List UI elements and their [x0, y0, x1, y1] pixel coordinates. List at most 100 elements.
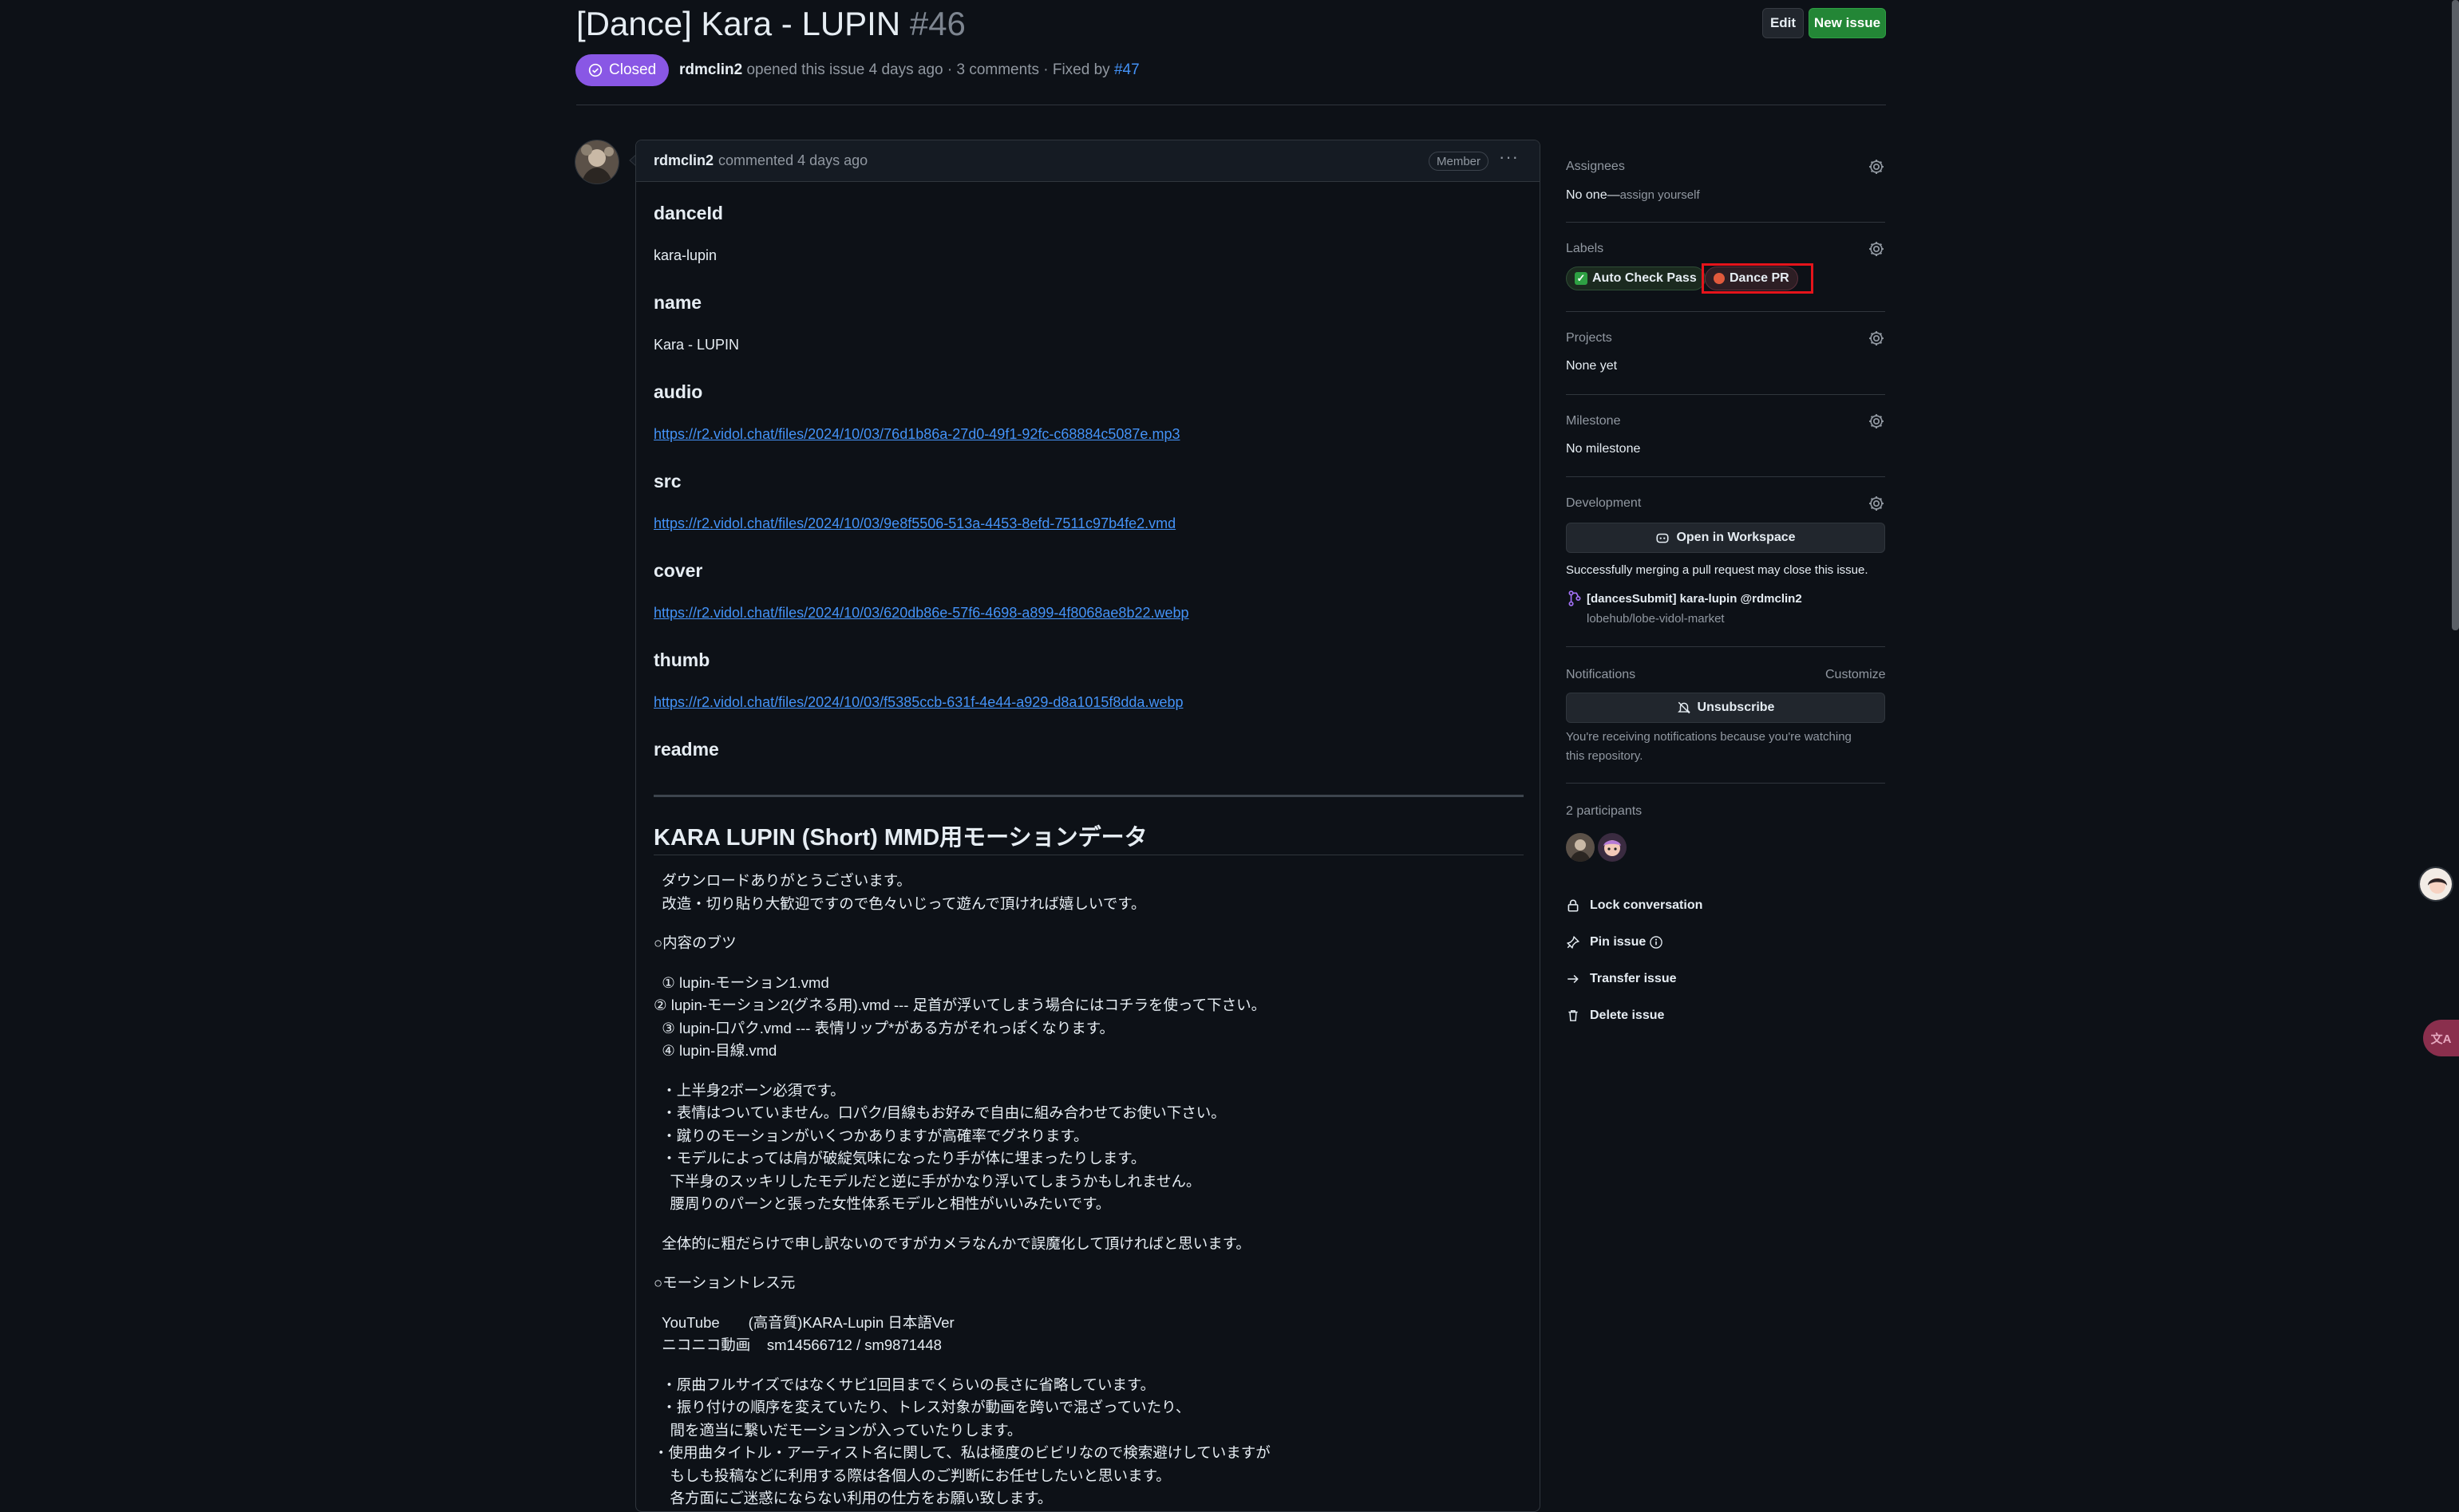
comment-header: rdmclin2 commented 4 days ago Member ···: [636, 140, 1540, 182]
fixed-by-link[interactable]: #47: [1114, 61, 1140, 78]
field-heading-src: src: [654, 471, 682, 491]
projects-gear-icon[interactable]: [1868, 330, 1885, 347]
label-auto-check-pass[interactable]: ✓ Auto Check Pass: [1566, 266, 1706, 290]
readme-line: 改造・切り貼り大歓迎ですので色々いじって遊んで頂ければ嬉しいです。: [654, 894, 1146, 912]
pr-link[interactable]: [dancesSubmit] kara-lupin @rdmclin2: [1587, 592, 1802, 606]
assignees-none: No one—: [1566, 188, 1620, 202]
readme-line: ① lupin-モーション1.vmd: [654, 973, 829, 991]
field-heading-readme: readme: [654, 739, 719, 760]
readme-line: ・使用曲タイトル・アーティスト名に関して、私は極度のビビリなので検索避けしていま…: [654, 1444, 1271, 1461]
projects-value: None yet: [1566, 359, 1618, 373]
pr-repo[interactable]: lobehub/lobe-vidol-market: [1587, 612, 1725, 626]
delete-issue-label: Delete issue: [1590, 1009, 1665, 1022]
sidebar-divider: [1566, 646, 1885, 647]
readme-line: ・表情はついていません。口パク/目線もお好みで自由に組み合わせてお使い下さい。: [654, 1104, 1226, 1121]
field-heading-cover: cover: [654, 560, 703, 581]
bell-slash-icon: [1677, 701, 1690, 714]
assistant-avatar-image: [2420, 868, 2452, 900]
floating-assistant-avatar[interactable]: [2418, 867, 2453, 902]
readme-line: ニコニコ動画 sm14566712 / sm9871448: [654, 1336, 942, 1353]
info-icon[interactable]: [1649, 935, 1663, 949]
readme-line: もしも投稿などに利用する際は各個人のご判断にお任せしたいと思います。: [654, 1467, 1171, 1484]
readme-line: ・振り付けの順序を変えていたり、トレス対象が動画を跨いで混ざっていたり、: [654, 1399, 1191, 1415]
pull-request-icon: [1568, 590, 1581, 606]
assign-yourself-link[interactable]: assign yourself: [1620, 188, 1700, 202]
development-gear-icon[interactable]: [1868, 495, 1885, 512]
participant-avatar[interactable]: [1566, 833, 1595, 862]
milestone-gear-icon[interactable]: [1868, 413, 1885, 430]
customize-link[interactable]: Customize: [1825, 668, 1886, 682]
comment-author-link[interactable]: rdmclin2: [654, 152, 714, 169]
readme-line: ○内容のブツ: [654, 934, 737, 951]
readme-line: ・原曲フルサイズではなくサビ1回目までくらいの長さに省略しています。: [654, 1376, 1156, 1393]
readme-line: [654, 1063, 1271, 1080]
milestone-value: No milestone: [1566, 442, 1641, 456]
unsubscribe-button[interactable]: Unsubscribe: [1566, 693, 1885, 723]
thumb-link[interactable]: https://r2.vidol.chat/files/2024/10/03/f…: [654, 694, 1183, 711]
readme-line: ④ lupin-目線.vmd: [654, 1042, 777, 1059]
labels-gear-icon[interactable]: [1868, 240, 1885, 258]
comment-box: rdmclin2 commented 4 days ago Member ···…: [635, 140, 1540, 1512]
lock-conversation-action[interactable]: Lock conversation: [1566, 898, 1702, 913]
assignees-value: No one—assign yourself: [1566, 188, 1700, 203]
readme-line: ○モーショントレス元: [654, 1274, 796, 1291]
edit-button[interactable]: Edit: [1762, 8, 1804, 38]
issue-title-text: [Dance] Kara - LUPIN: [576, 5, 901, 42]
participants-heading: 2 participants: [1566, 804, 1643, 818]
readme-rule: [654, 795, 1524, 797]
translate-widget-icon[interactable]: 文A: [2423, 1020, 2459, 1056]
label-text: Auto Check Pass: [1592, 271, 1697, 285]
avatar[interactable]: [575, 140, 619, 184]
readme-line: YouTube (高音質)KARA-Lupin 日本語Ver: [654, 1313, 955, 1331]
readme-title: KARA LUPIN (Short) MMD用モーションデータ: [654, 825, 1148, 851]
readme-line: 全体的に粗だらけで申し訳ないのですがカメラなんかで誤魔化して頂ければと思います。: [654, 1234, 1251, 1252]
assignees-gear-icon[interactable]: [1868, 158, 1885, 176]
field-heading-audio: audio: [654, 381, 703, 402]
readme-text: ダウンロードありがとうございます。 改造・切り貼り大歓迎ですので色々いじって遊ん…: [654, 870, 1271, 1510]
lock-icon: [1568, 899, 1579, 912]
closed-check-icon: [588, 63, 603, 77]
scrollbar[interactable]: [2452, 0, 2459, 630]
development-heading: Development: [1566, 496, 1642, 510]
issue-meta: rdmclin2 opened this issue 4 days ago · …: [679, 61, 1140, 79]
member-badge: Member: [1428, 152, 1488, 171]
delete-issue-action[interactable]: Delete issue: [1566, 1009, 1664, 1023]
notification-reason-line1: You're receiving notifications because y…: [1566, 730, 1852, 744]
participant-avatar[interactable]: [1598, 833, 1627, 862]
notification-reason-line2: this repository.: [1566, 749, 1643, 763]
sidebar-divider: [1566, 311, 1885, 312]
readme-line: ・モデルによっては肩が破綻気味になったり手が体に埋まったりします。: [654, 1150, 1146, 1167]
readme-line: [654, 1357, 1271, 1374]
readme-line: [654, 1295, 1271, 1312]
open-in-workspace-button[interactable]: Open in Workspace: [1566, 523, 1885, 553]
field-heading-danceid: danceId: [654, 203, 723, 223]
issue-number: #46: [909, 5, 966, 42]
src-link[interactable]: https://r2.vidol.chat/files/2024/10/03/9…: [654, 515, 1176, 532]
unsubscribe-label: Unsubscribe: [1697, 701, 1775, 714]
label-dance-pr[interactable]: Dance PR: [1705, 266, 1798, 290]
readme-line: [654, 955, 1271, 972]
issue-author-link[interactable]: rdmclin2: [679, 61, 742, 78]
field-heading-thumb: thumb: [654, 649, 710, 670]
readme-line: ・蹴りのモーションがいくつかありますが高確率でグネります。: [654, 1127, 1089, 1144]
field-heading-name: name: [654, 292, 702, 313]
sidebar-divider: [1566, 394, 1885, 395]
projects-heading: Projects: [1566, 331, 1612, 345]
lock-conversation-label: Lock conversation: [1590, 898, 1703, 912]
status-badge: Closed: [575, 54, 670, 86]
milestone-heading: Milestone: [1566, 414, 1621, 428]
arrow-right-icon: [1568, 974, 1579, 984]
readme-line: 腰周りのパーンと張った女性体系モデルと相性がいいみたいです。: [654, 1195, 1111, 1212]
transfer-issue-action[interactable]: Transfer issue: [1566, 972, 1677, 986]
readme-line: ② lupin-モーション2(グネる用).vmd --- 足首が浮いてしまう場合…: [654, 997, 1267, 1013]
comment-timestamp[interactable]: commented 4 days ago: [718, 152, 868, 169]
comment-menu-icon[interactable]: ···: [1499, 147, 1519, 168]
assignees-heading: Assignees: [1566, 160, 1625, 173]
development-note: Successfully merging a pull request may …: [1566, 563, 1868, 577]
cover-link[interactable]: https://r2.vidol.chat/files/2024/10/03/6…: [654, 605, 1189, 622]
audio-link[interactable]: https://r2.vidol.chat/files/2024/10/03/7…: [654, 426, 1180, 443]
new-issue-button[interactable]: New issue: [1809, 8, 1886, 38]
transfer-issue-label: Transfer issue: [1590, 972, 1677, 985]
copilot-icon: [1656, 533, 1669, 543]
pin-issue-action[interactable]: Pin issue: [1566, 935, 1663, 949]
